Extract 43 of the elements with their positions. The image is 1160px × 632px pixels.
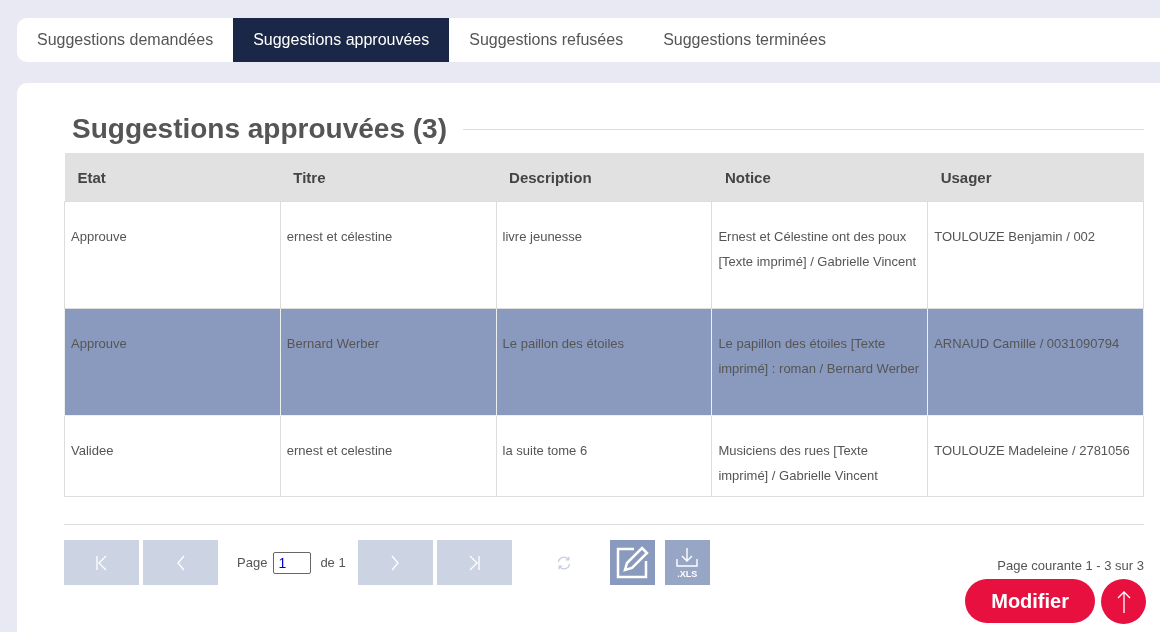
page-summary: Page courante 1 - 3 sur 3 bbox=[997, 558, 1144, 573]
first-page-button[interactable] bbox=[64, 540, 139, 585]
column-header: Etat bbox=[64, 153, 281, 202]
table-cell: Ernest et Célestine ont des poux [Texte imprimé] / Gabrielle Vincent bbox=[711, 201, 928, 309]
previous-page-button[interactable] bbox=[143, 540, 218, 585]
table-cell: Le paillon des étoiles bbox=[496, 308, 712, 416]
chevron-left-icon bbox=[175, 554, 186, 571]
table-cell: Approuve bbox=[64, 308, 281, 416]
table-cell: Le papillon des étoiles [Texte imprimé] : roman / Bernard Werber bbox=[711, 308, 928, 416]
table-cell: la suite tome 6 bbox=[496, 415, 712, 497]
table-cell: ernest et célestine bbox=[280, 201, 497, 309]
table-cell: Approuve bbox=[64, 201, 281, 309]
column-header: Titre bbox=[280, 153, 497, 202]
tab[interactable]: Suggestions refusées bbox=[449, 18, 644, 62]
section-title: Suggestions approuvées (3) bbox=[72, 113, 447, 145]
table-cell: TOULOUZE Madeleine / 2781056 bbox=[927, 415, 1144, 497]
table-cell: Bernard Werber bbox=[280, 308, 497, 416]
column-header: Usager bbox=[927, 153, 1144, 202]
table-cell: ernest et celestine bbox=[280, 415, 497, 497]
last-page-button[interactable] bbox=[436, 540, 512, 585]
edit-button[interactable] bbox=[609, 540, 655, 585]
tab[interactable]: Suggestions demandées bbox=[17, 18, 234, 62]
page-number-field[interactable]: 1 bbox=[273, 551, 312, 574]
arrow-up-icon bbox=[1116, 589, 1131, 614]
modify-button[interactable]: Modifier bbox=[965, 579, 1095, 623]
last-page-icon bbox=[467, 554, 482, 571]
download-icon bbox=[675, 546, 700, 569]
column-header: Notice bbox=[711, 153, 928, 202]
chevron-right-icon bbox=[390, 554, 401, 571]
table-cell: ARNAUD Camille / 0031090794 bbox=[927, 308, 1144, 416]
pencil-icon bbox=[614, 544, 651, 581]
column-header: Description bbox=[496, 153, 712, 202]
tab[interactable]: Suggestions terminées bbox=[643, 18, 846, 62]
next-page-button[interactable] bbox=[357, 540, 433, 585]
table-cell: Musiciens des rues [Texte imprimé] / Gabrielle Vincent bbox=[711, 415, 928, 497]
refresh-icon[interactable] bbox=[555, 554, 572, 571]
page-count: de 1 bbox=[320, 555, 346, 570]
page-label: Page bbox=[237, 555, 268, 570]
table-cell: TOULOUZE Benjamin / 002 bbox=[927, 201, 1144, 309]
tab[interactable]: Suggestions approuvées bbox=[233, 18, 450, 62]
table-cell: livre jeunesse bbox=[496, 201, 712, 309]
table-cell: Validee bbox=[64, 415, 281, 497]
first-page-icon bbox=[94, 554, 109, 571]
